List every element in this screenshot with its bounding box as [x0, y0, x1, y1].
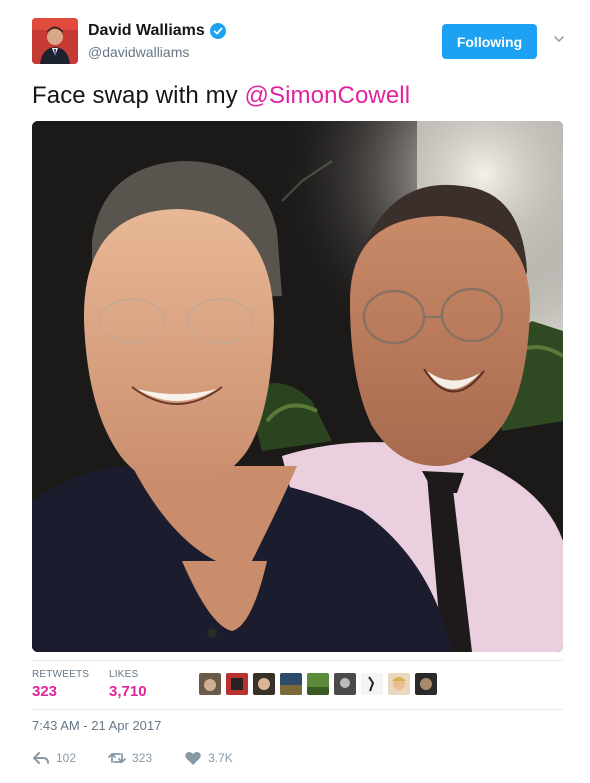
like-button[interactable]: 3.7K: [184, 750, 233, 766]
liker-avatar[interactable]: [226, 673, 248, 695]
liker-avatar[interactable]: [280, 673, 302, 695]
tweet-text: Face swap with my @SimonCowell: [32, 82, 410, 110]
liker-avatar[interactable]: [334, 673, 356, 695]
tweet-stats: RETWEETS 323 LIKES 3,710: [32, 660, 563, 710]
tweet-timestamp[interactable]: 7:43 AM - 21 Apr 2017: [32, 718, 161, 733]
retweets-value: 323: [32, 683, 58, 700]
tweet-text-body: Face swap with my: [32, 82, 245, 109]
retweets-label: RETWEETS: [32, 669, 90, 680]
mention-link[interactable]: @SimonCowell: [245, 82, 411, 109]
name-row: David Walliams: [88, 22, 226, 40]
likes-stat[interactable]: LIKES 3,710: [109, 669, 147, 700]
liker-avatar[interactable]: [415, 673, 437, 695]
heart-icon: [185, 751, 201, 765]
chevron-down-icon[interactable]: [552, 32, 566, 46]
liker-avatars: [199, 673, 437, 695]
liker-avatar[interactable]: [307, 673, 329, 695]
following-button[interactable]: Following: [442, 24, 537, 59]
retweets-stat[interactable]: RETWEETS 323: [32, 669, 89, 700]
like-count: 3.7K: [208, 751, 233, 765]
user-avatar[interactable]: [32, 18, 78, 64]
tweet-header: David Walliams @davidwalliams Following: [32, 18, 572, 68]
liker-avatar[interactable]: [199, 673, 221, 695]
retweet-count: 323: [132, 751, 153, 765]
reply-count: 102: [56, 751, 77, 765]
retweet-button[interactable]: 323: [108, 750, 152, 766]
tweet-photo[interactable]: [32, 121, 563, 652]
user-name[interactable]: David Walliams: [88, 22, 205, 40]
retweet-icon: [108, 753, 126, 763]
liker-avatar[interactable]: [361, 673, 383, 695]
liker-avatar[interactable]: [253, 673, 275, 695]
tweet-actions: 102 323 3.7K: [32, 750, 265, 766]
likes-value: 3,710: [109, 683, 147, 700]
reply-icon: [33, 752, 49, 764]
user-handle[interactable]: @davidwalliams: [88, 44, 189, 60]
liker-avatar[interactable]: [388, 673, 410, 695]
reply-button[interactable]: 102: [32, 750, 76, 766]
likes-label: LIKES: [109, 669, 139, 680]
verified-badge-icon: [209, 23, 226, 39]
